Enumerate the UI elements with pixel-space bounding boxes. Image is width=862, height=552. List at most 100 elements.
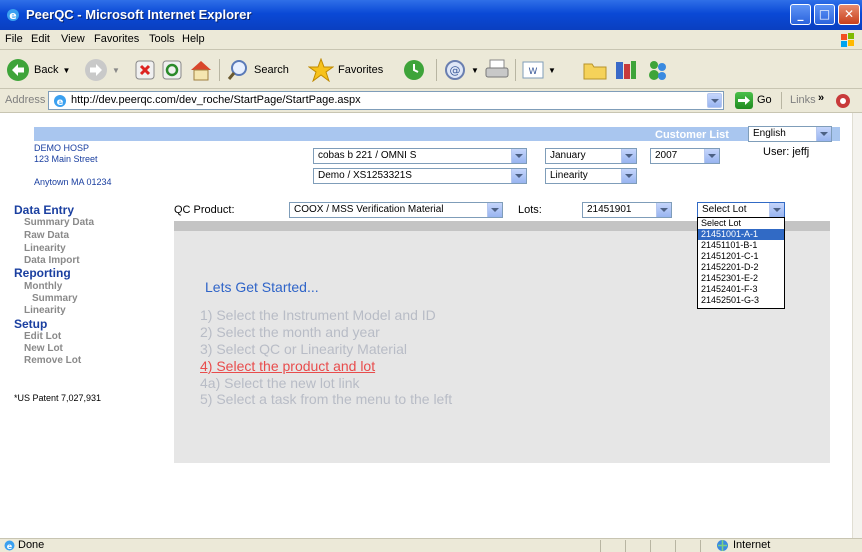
lot-options-list[interactable]: Select Lot 21451001-A-1 21451101-B-1 214… xyxy=(697,217,785,309)
back-label: Back xyxy=(34,64,59,76)
word-doc-icon: W xyxy=(522,61,544,79)
nav-setup[interactable]: Setup xyxy=(14,317,47,331)
edit-button[interactable]: W ▼ xyxy=(522,57,556,83)
favorites-button[interactable]: Favorites xyxy=(308,57,383,83)
menu-view[interactable]: View xyxy=(61,33,85,45)
menu-help[interactable]: Help xyxy=(182,33,205,45)
refresh-button[interactable] xyxy=(162,57,182,83)
nav-summary[interactable]: Summary xyxy=(32,293,78,304)
status-text: Done xyxy=(18,539,45,551)
nav-summary-data[interactable]: Summary Data xyxy=(24,217,94,228)
user-label: User: jeffj xyxy=(763,146,810,158)
page-icon: e xyxy=(54,95,66,108)
links-label[interactable]: Links xyxy=(790,94,816,106)
lot-option[interactable]: Select Lot xyxy=(698,218,784,229)
menu-edit[interactable]: Edit xyxy=(31,33,50,45)
step-2: 2) Select the month and year xyxy=(200,324,380,340)
forward-dropdown-icon[interactable]: ▼ xyxy=(112,66,120,75)
step-4-current: 4) Select the product and lot xyxy=(200,358,376,374)
edit-dropdown-icon[interactable]: ▼ xyxy=(548,66,556,75)
hospital-street: 123 Main Street xyxy=(34,154,98,164)
home-button[interactable] xyxy=(188,57,214,83)
forward-arrow-icon xyxy=(85,59,107,81)
chevron-down-icon xyxy=(621,169,636,183)
stop-button[interactable] xyxy=(135,57,155,83)
step-1: 1) Select the Instrument Model and ID xyxy=(200,307,436,323)
address-input[interactable]: e http://dev.peerqc.com/dev_roche/StartP… xyxy=(48,91,724,110)
go-arrow-icon[interactable] xyxy=(735,92,753,109)
close-button[interactable]: ✕ xyxy=(838,4,860,25)
nav-data-entry[interactable]: Data Entry xyxy=(14,203,74,217)
ie-icon: e xyxy=(7,9,19,22)
vertical-scrollbar[interactable] xyxy=(852,113,862,538)
messenger-button[interactable] xyxy=(645,57,671,83)
nav-edit-lot[interactable]: Edit Lot xyxy=(24,331,61,342)
links-chevron-icon[interactable]: » xyxy=(818,92,824,104)
title-bar[interactable]: e PeerQC - Microsoft Internet Explorer _… xyxy=(0,0,862,30)
history-button[interactable] xyxy=(402,57,426,83)
lots-label: Lots: xyxy=(518,204,542,216)
chevron-down-icon xyxy=(511,169,526,183)
month-value: January xyxy=(550,150,586,161)
instrument-id-select[interactable]: Demo / XS1253321S xyxy=(313,168,527,184)
nav-raw-data[interactable]: Raw Data xyxy=(24,230,69,241)
year-select[interactable]: 2007 xyxy=(650,148,720,164)
stop-icon xyxy=(135,60,155,80)
hospital-name: DEMO HOSP xyxy=(34,143,90,153)
lot-option[interactable]: 21451201-C-1 xyxy=(698,251,784,262)
address-dropdown-icon[interactable] xyxy=(707,93,722,108)
lots-select[interactable]: 21451901 xyxy=(582,202,672,218)
minimize-button[interactable]: _ xyxy=(790,4,811,25)
maximize-button[interactable]: □ xyxy=(814,4,835,25)
svg-text:W: W xyxy=(529,67,538,77)
toolbar-extension-icon[interactable] xyxy=(834,92,852,110)
menu-bar: File Edit View Favorites Tools Help xyxy=(0,30,862,50)
favorites-star-icon xyxy=(308,58,334,82)
lot-option[interactable]: 21451101-B-1 xyxy=(698,240,784,251)
instrument-id-value: Demo / XS1253321S xyxy=(318,170,412,181)
step-3: 3) Select QC or Linearity Material xyxy=(200,341,407,357)
address-bar: Address e http://dev.peerqc.com/dev_roch… xyxy=(0,89,862,113)
nav-linearity[interactable]: Linearity xyxy=(24,243,66,254)
customer-list-link[interactable]: Customer List xyxy=(655,129,729,141)
lot-option[interactable]: 21452401-F-3 xyxy=(698,284,784,295)
qc-product-label: QC Product: xyxy=(174,204,235,216)
lot-option[interactable]: 21452201-D-2 xyxy=(698,262,784,273)
nav-monthly[interactable]: Monthly xyxy=(24,281,62,292)
nav-linearity-report[interactable]: Linearity xyxy=(24,305,66,316)
lot-option[interactable]: 21452501-G-3 xyxy=(698,295,784,306)
chevron-down-icon xyxy=(487,203,502,217)
print-icon xyxy=(485,59,509,78)
mail-button[interactable]: @ ▼ xyxy=(443,57,479,83)
research-button[interactable] xyxy=(613,57,639,83)
menu-file[interactable]: File xyxy=(5,33,23,45)
windows-logo-icon xyxy=(841,33,854,47)
back-dropdown-icon[interactable]: ▼ xyxy=(62,66,70,75)
window-title: PeerQC - Microsoft Internet Explorer xyxy=(26,7,252,22)
instrument-model-select[interactable]: cobas b 221 / OMNI S xyxy=(313,148,527,164)
nav-data-import[interactable]: Data Import xyxy=(24,255,80,266)
language-value: English xyxy=(753,128,786,139)
discuss-button[interactable] xyxy=(583,57,607,83)
lot-option[interactable]: 21452301-E-2 xyxy=(698,273,784,284)
lot-option-selected[interactable]: 21451001-A-1 xyxy=(698,229,784,240)
print-button[interactable] xyxy=(484,57,510,83)
search-button[interactable]: Search xyxy=(226,57,289,83)
month-select[interactable]: January xyxy=(545,148,637,164)
address-label: Address xyxy=(5,94,46,106)
language-select[interactable]: English xyxy=(748,126,832,142)
back-button[interactable]: Back ▼ xyxy=(6,57,70,83)
select-lot-dropdown[interactable]: Select Lot xyxy=(697,202,785,218)
nav-reporting[interactable]: Reporting xyxy=(14,266,71,280)
qc-product-select[interactable]: COOX / MSS Verification Material xyxy=(289,202,503,218)
messenger-icon xyxy=(649,61,666,80)
go-button[interactable]: Go xyxy=(757,94,772,106)
address-url: http://dev.peerqc.com/dev_roche/StartPag… xyxy=(71,94,361,106)
nav-remove-lot[interactable]: Remove Lot xyxy=(24,355,81,366)
mail-dropdown-icon[interactable]: ▼ xyxy=(471,66,479,75)
material-type-select[interactable]: Linearity xyxy=(545,168,637,184)
nav-new-lot[interactable]: New Lot xyxy=(24,343,63,354)
menu-tools[interactable]: Tools xyxy=(149,33,175,45)
menu-favorites[interactable]: Favorites xyxy=(94,33,139,45)
forward-button[interactable]: ▼ xyxy=(84,57,120,83)
